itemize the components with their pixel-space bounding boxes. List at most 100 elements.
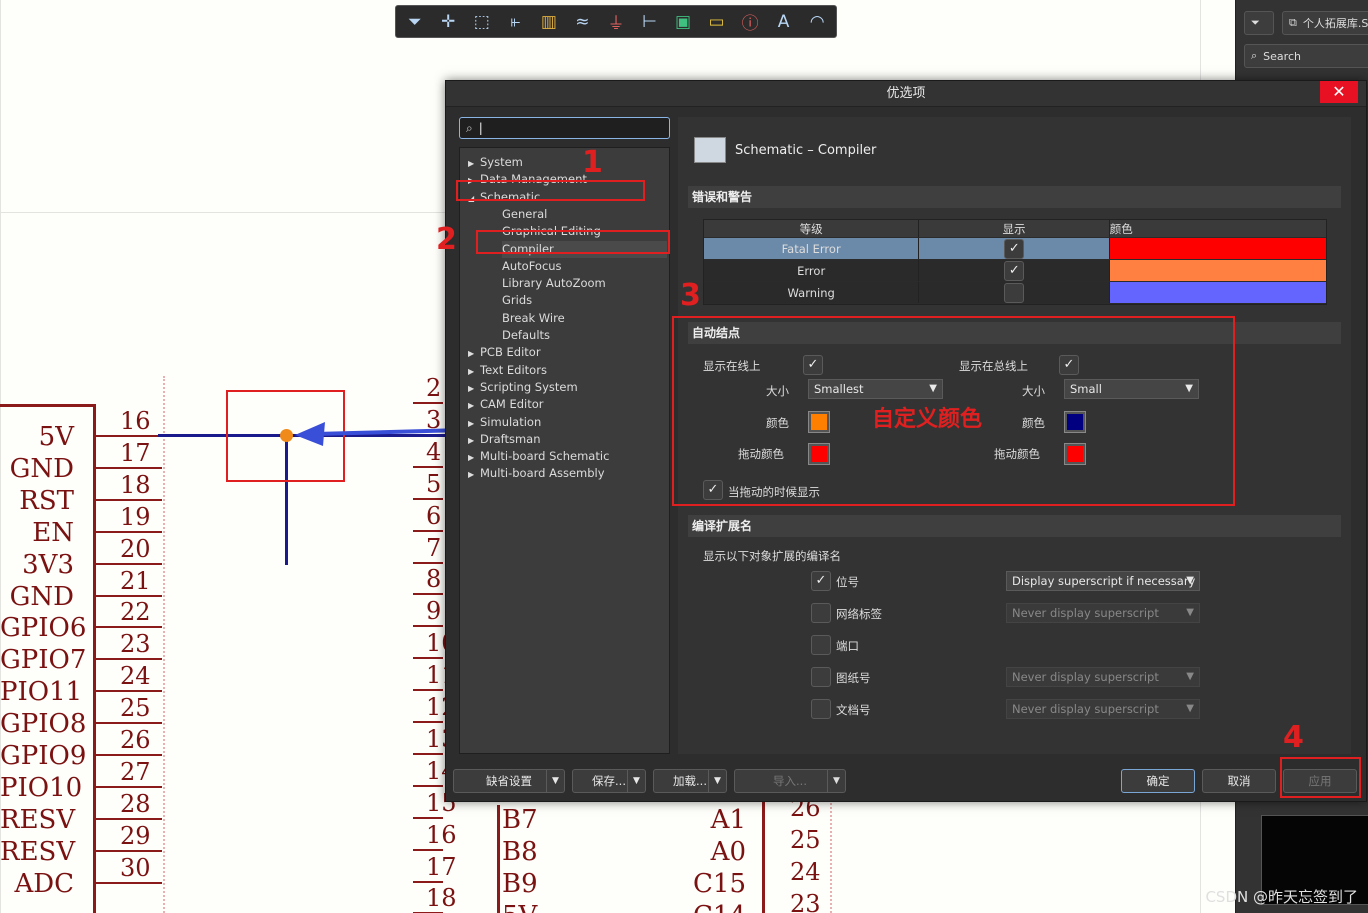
close-button[interactable]: ✕ bbox=[1320, 81, 1358, 103]
expand-icon[interactable]: ▶ bbox=[468, 380, 480, 397]
show-cell[interactable]: ✓ bbox=[919, 260, 1110, 281]
chevron-down-icon: ▼ bbox=[1186, 607, 1194, 618]
tree-item[interactable]: ▶ Draftsman bbox=[468, 431, 541, 448]
compile-checkbox[interactable] bbox=[811, 635, 831, 655]
color-cell[interactable] bbox=[1109, 260, 1326, 281]
dotted-line bbox=[830, 795, 832, 913]
pin-label: PIO10 bbox=[0, 772, 83, 803]
pin-number: 17 bbox=[120, 438, 151, 467]
expand-icon[interactable]: ▶ bbox=[468, 466, 480, 483]
crosshair-icon[interactable]: ✛ bbox=[436, 9, 462, 35]
tree-item[interactable]: ▶ PCB Editor bbox=[468, 344, 541, 361]
pin-number: 24 bbox=[790, 858, 821, 886]
ok-button[interactable]: 确定 bbox=[1121, 769, 1195, 793]
chevron-down-icon[interactable]: ▼ bbox=[546, 770, 564, 792]
pin-label: GPIO8 bbox=[0, 709, 87, 740]
show-checkbox[interactable]: ✓ bbox=[1004, 239, 1025, 259]
tree-item[interactable]: ▶ System bbox=[468, 154, 523, 171]
superscript-select[interactable]: Never display superscript ▼ bbox=[1006, 667, 1200, 687]
ok-label: 确定 bbox=[1146, 774, 1170, 788]
table-row[interactable]: Warning bbox=[704, 282, 1326, 304]
pin-label: 5V bbox=[38, 422, 74, 452]
tree-item-label: Multi-board Assembly bbox=[480, 466, 605, 481]
tree-item[interactable]: ▶ Scripting System bbox=[468, 379, 578, 396]
compile-checkbox[interactable] bbox=[811, 667, 831, 687]
page-title: Schematic – Compiler bbox=[735, 143, 877, 158]
component-border bbox=[0, 404, 96, 407]
tree-item[interactable]: General bbox=[502, 206, 547, 223]
tree-item[interactable]: Defaults bbox=[502, 327, 550, 344]
component-border bbox=[497, 805, 500, 913]
watermark: CSDN @昨天忘签到了 bbox=[1205, 888, 1358, 906]
tree-item[interactable]: ▶ CAM Editor bbox=[468, 396, 544, 413]
tree-item[interactable]: ▶ Simulation bbox=[468, 414, 541, 431]
compile-checkbox[interactable]: ✓ bbox=[811, 571, 831, 591]
tree-item-label: General bbox=[502, 206, 548, 221]
search-input[interactable]: ⌕ Search bbox=[1244, 44, 1368, 68]
expand-icon[interactable]: ▶ bbox=[468, 363, 480, 380]
expand-icon[interactable]: ▶ bbox=[468, 449, 480, 466]
save-button[interactable]: 保存... ▼ bbox=[572, 769, 646, 793]
tree-search-input[interactable]: ⌕ | bbox=[459, 117, 670, 139]
sheet-icon[interactable]: ▣ bbox=[670, 9, 696, 35]
arc-icon[interactable]: ◠ bbox=[804, 9, 830, 35]
color-cell[interactable] bbox=[1109, 282, 1326, 303]
superscript-select[interactable]: Never display superscript ▼ bbox=[1006, 699, 1200, 719]
pin-number: 7 bbox=[426, 533, 442, 562]
search-placeholder: Search bbox=[1263, 49, 1301, 63]
pin-number: 5 bbox=[426, 469, 442, 498]
defaults-button[interactable]: 缺省设置 ▼ bbox=[453, 769, 565, 793]
tree-item[interactable]: Grids bbox=[502, 292, 532, 309]
tree-item[interactable]: Break Wire bbox=[502, 310, 565, 327]
chevron-down-icon[interactable]: ▼ bbox=[627, 770, 645, 792]
cancel-button[interactable]: 取消 bbox=[1202, 769, 1276, 793]
tree-item[interactable]: ▶ Multi-board Schematic bbox=[468, 448, 609, 465]
tree-item[interactable]: Library AutoZoom bbox=[502, 275, 606, 292]
filter-icon[interactable]: ⏷ bbox=[402, 9, 428, 35]
color-cell[interactable] bbox=[1109, 238, 1326, 259]
chevron-down-icon[interactable]: ▼ bbox=[708, 770, 726, 792]
expand-icon[interactable]: ▶ bbox=[468, 155, 480, 172]
net-label-icon[interactable]: ▭ bbox=[704, 9, 730, 35]
expand-icon[interactable]: ▶ bbox=[468, 432, 480, 449]
pin-label: EN bbox=[32, 517, 74, 548]
table-row[interactable]: Fatal Error ✓ bbox=[704, 238, 1326, 260]
tree-item[interactable]: ▶ Multi-board Assembly bbox=[468, 465, 605, 482]
load-label: 加载... bbox=[673, 774, 707, 788]
port-icon[interactable]: ⊢ bbox=[637, 9, 663, 35]
align-icon[interactable]: ⫦ bbox=[503, 9, 529, 35]
compiler-highlight-box bbox=[476, 230, 670, 254]
table-row[interactable]: Error ✓ bbox=[704, 260, 1326, 282]
expand-icon[interactable]: ▶ bbox=[468, 345, 480, 362]
tree-item-label: Draftsman bbox=[480, 431, 541, 446]
bus-icon[interactable]: ≈ bbox=[570, 9, 596, 35]
show-checkbox[interactable] bbox=[1004, 283, 1025, 303]
pin-number: 6 bbox=[426, 501, 442, 530]
ground-icon[interactable]: ⏚ bbox=[603, 9, 629, 35]
chevron-down-icon: ▼ bbox=[1186, 703, 1194, 714]
library-selector[interactable]: ⧉ 个人拓展库.S bbox=[1282, 11, 1368, 35]
tree-item[interactable]: ▶ Text Editors bbox=[468, 362, 547, 379]
filter-button[interactable]: ⏷ bbox=[1244, 11, 1274, 35]
show-cell[interactable]: ✓ bbox=[919, 238, 1110, 259]
show-cell[interactable] bbox=[919, 282, 1110, 303]
tree-item[interactable]: AutoFocus bbox=[502, 258, 562, 275]
pin-label: RESV bbox=[0, 836, 76, 867]
component-icon[interactable]: ▥ bbox=[536, 9, 562, 35]
superscript-select[interactable]: Never display superscript ▼ bbox=[1006, 603, 1200, 623]
parameter-icon[interactable]: ⓘ bbox=[737, 9, 763, 35]
level-cell: Warning bbox=[704, 282, 920, 303]
show-checkbox[interactable]: ✓ bbox=[1004, 261, 1025, 281]
chevron-down-icon[interactable]: ▼ bbox=[827, 770, 845, 792]
compile-checkbox[interactable] bbox=[811, 603, 831, 623]
import-button[interactable]: 导入... ▼ bbox=[734, 769, 846, 793]
pin-label: B7 bbox=[502, 805, 538, 835]
expand-icon[interactable]: ▶ bbox=[468, 415, 480, 432]
compile-checkbox[interactable] bbox=[811, 699, 831, 719]
expand-icon[interactable]: ▶ bbox=[468, 397, 480, 414]
text-icon[interactable]: A bbox=[771, 9, 797, 35]
select-rect-icon[interactable]: ⬚ bbox=[469, 9, 495, 35]
load-button[interactable]: 加载... ▼ bbox=[653, 769, 727, 793]
compile-label: 位号 bbox=[836, 575, 859, 589]
superscript-select[interactable]: Display superscript if necessary ▼ bbox=[1006, 571, 1200, 591]
